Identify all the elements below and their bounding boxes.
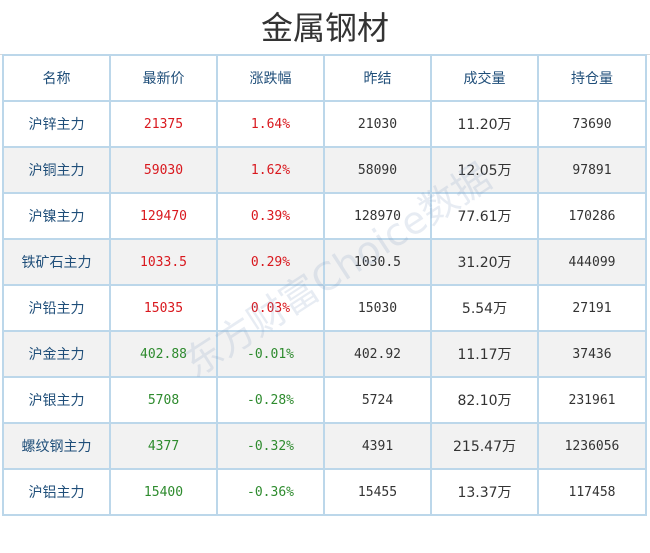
- cell-change: -0.01%: [216, 330, 325, 378]
- cell-change: 0.03%: [216, 284, 325, 332]
- cell-name: 铁矿石主力: [2, 238, 111, 286]
- cell-price: 1033.5: [109, 238, 218, 286]
- cell-volume: 77.61万: [430, 192, 539, 240]
- table-row[interactable]: 沪铜主力 59030 1.62% 58090 12.05万 97891: [2, 146, 647, 194]
- header-open-interest: 持仓量: [537, 54, 647, 102]
- cell-volume: 12.05万: [430, 146, 539, 194]
- cell-volume: 11.20万: [430, 100, 539, 148]
- cell-volume: 11.17万: [430, 330, 539, 378]
- cell-price: 59030: [109, 146, 218, 194]
- cell-name: 沪锌主力: [2, 100, 111, 148]
- cell-volume: 82.10万: [430, 376, 539, 424]
- cell-price: 15035: [109, 284, 218, 332]
- cell-open-interest: 1236056: [537, 422, 647, 470]
- page-title: 金属钢材: [0, 0, 650, 55]
- cell-volume: 13.37万: [430, 468, 539, 516]
- cell-name: 沪铜主力: [2, 146, 111, 194]
- cell-name: 沪铅主力: [2, 284, 111, 332]
- cell-change: -0.32%: [216, 422, 325, 470]
- table-row[interactable]: 沪金主力 402.88 -0.01% 402.92 11.17万 37436: [2, 330, 647, 378]
- cell-prev-settle: 21030: [323, 100, 432, 148]
- cell-prev-settle: 402.92: [323, 330, 432, 378]
- cell-prev-settle: 58090: [323, 146, 432, 194]
- cell-change: 0.39%: [216, 192, 325, 240]
- cell-prev-settle: 128970: [323, 192, 432, 240]
- cell-volume: 215.47万: [430, 422, 539, 470]
- cell-name: 沪镍主力: [2, 192, 111, 240]
- header-change: 涨跌幅: [216, 54, 325, 102]
- cell-price: 5708: [109, 376, 218, 424]
- cell-open-interest: 444099: [537, 238, 647, 286]
- cell-open-interest: 37436: [537, 330, 647, 378]
- table-row[interactable]: 沪镍主力 129470 0.39% 128970 77.61万 170286: [2, 192, 647, 240]
- cell-open-interest: 97891: [537, 146, 647, 194]
- table-header-row: 名称 最新价 涨跌幅 昨结 成交量 持仓量: [2, 54, 647, 102]
- table-row[interactable]: 螺纹钢主力 4377 -0.32% 4391 215.47万 1236056: [2, 422, 647, 470]
- cell-price: 21375: [109, 100, 218, 148]
- cell-change: -0.28%: [216, 376, 325, 424]
- cell-open-interest: 27191: [537, 284, 647, 332]
- cell-open-interest: 117458: [537, 468, 647, 516]
- header-name: 名称: [2, 54, 111, 102]
- table-row[interactable]: 沪铝主力 15400 -0.36% 15455 13.37万 117458: [2, 468, 647, 516]
- cell-prev-settle: 4391: [323, 422, 432, 470]
- cell-open-interest: 170286: [537, 192, 647, 240]
- cell-price: 15400: [109, 468, 218, 516]
- cell-change: 1.62%: [216, 146, 325, 194]
- cell-open-interest: 231961: [537, 376, 647, 424]
- cell-change: -0.36%: [216, 468, 325, 516]
- cell-prev-settle: 5724: [323, 376, 432, 424]
- table-row[interactable]: 沪银主力 5708 -0.28% 5724 82.10万 231961: [2, 376, 647, 424]
- cell-volume: 31.20万: [430, 238, 539, 286]
- cell-price: 129470: [109, 192, 218, 240]
- header-prev-settle: 昨结: [323, 54, 432, 102]
- cell-prev-settle: 15455: [323, 468, 432, 516]
- cell-prev-settle: 1030.5: [323, 238, 432, 286]
- cell-open-interest: 73690: [537, 100, 647, 148]
- cell-change: 1.64%: [216, 100, 325, 148]
- cell-name: 沪铝主力: [2, 468, 111, 516]
- cell-name: 沪金主力: [2, 330, 111, 378]
- header-price: 最新价: [109, 54, 218, 102]
- cell-name: 螺纹钢主力: [2, 422, 111, 470]
- cell-volume: 5.54万: [430, 284, 539, 332]
- table-row[interactable]: 铁矿石主力 1033.5 0.29% 1030.5 31.20万 444099: [2, 238, 647, 286]
- cell-price: 4377: [109, 422, 218, 470]
- table-row[interactable]: 沪锌主力 21375 1.64% 21030 11.20万 73690: [2, 100, 647, 148]
- quotes-table: 名称 最新价 涨跌幅 昨结 成交量 持仓量 沪锌主力 21375 1.64% 2103…: [2, 54, 647, 516]
- cell-prev-settle: 15030: [323, 284, 432, 332]
- table-row[interactable]: 沪铅主力 15035 0.03% 15030 5.54万 27191: [2, 284, 647, 332]
- cell-change: 0.29%: [216, 238, 325, 286]
- cell-price: 402.88: [109, 330, 218, 378]
- cell-name: 沪银主力: [2, 376, 111, 424]
- header-volume: 成交量: [430, 54, 539, 102]
